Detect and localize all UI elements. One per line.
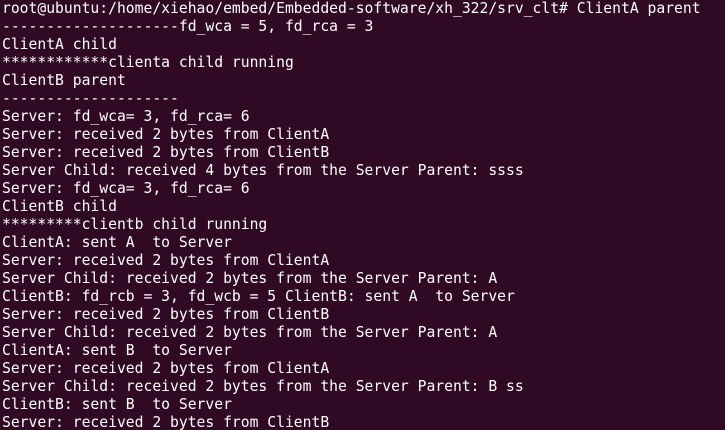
- terminal-line: ClientA: sent B to Server: [2, 342, 232, 359]
- terminal-line: Server: received 2 bytes from ClientA: [2, 360, 330, 377]
- terminal-line: ClientA: sent A to Server: [2, 234, 232, 251]
- terminal-line: Server Child: received 2 bytes from the …: [2, 270, 498, 287]
- terminal-line: Server: fd_wca= 3, fd_rca= 6: [2, 108, 250, 125]
- terminal-line: Server: received 2 bytes from ClientB: [2, 414, 330, 430]
- terminal-line: Server Child: received 2 bytes from the …: [2, 324, 498, 341]
- terminal-line: Server: received 2 bytes from ClientA: [2, 252, 330, 269]
- terminal-line: --------------------: [2, 90, 179, 107]
- terminal-window[interactable]: root@ubuntu:/home/xiehao/embed/Embedded-…: [0, 0, 725, 430]
- terminal-line: Server Child: received 2 bytes from the …: [2, 378, 524, 395]
- terminal-line: ClientB parent: [2, 72, 126, 89]
- terminal-line: --------------------fd_wca = 5, fd_rca =…: [2, 18, 374, 35]
- terminal-line: ClientB child: [2, 198, 117, 215]
- terminal-line: ClientA child: [2, 36, 117, 53]
- terminal-output[interactable]: root@ubuntu:/home/xiehao/embed/Embedded-…: [2, 0, 725, 430]
- terminal-line: Server: fd_wca= 3, fd_rca= 6: [2, 180, 250, 197]
- terminal-line: *********clientb child running: [2, 216, 268, 233]
- terminal-line: Server: received 2 bytes from ClientA: [2, 126, 330, 143]
- terminal-line: Server: received 2 bytes from ClientB: [2, 306, 330, 323]
- terminal-line: ClientB: sent B to Server: [2, 396, 232, 413]
- terminal-line: ClientB: fd_rcb = 3, fd_wcb = 5 ClientB:…: [2, 288, 515, 305]
- terminal-line: Server: received 2 bytes from ClientB: [2, 144, 330, 161]
- terminal-line: Server Child: received 4 bytes from the …: [2, 162, 524, 179]
- terminal-line: ************clienta child running: [2, 54, 294, 71]
- terminal-line-prompt: root@ubuntu:/home/xiehao/embed/Embedded-…: [2, 0, 701, 17]
